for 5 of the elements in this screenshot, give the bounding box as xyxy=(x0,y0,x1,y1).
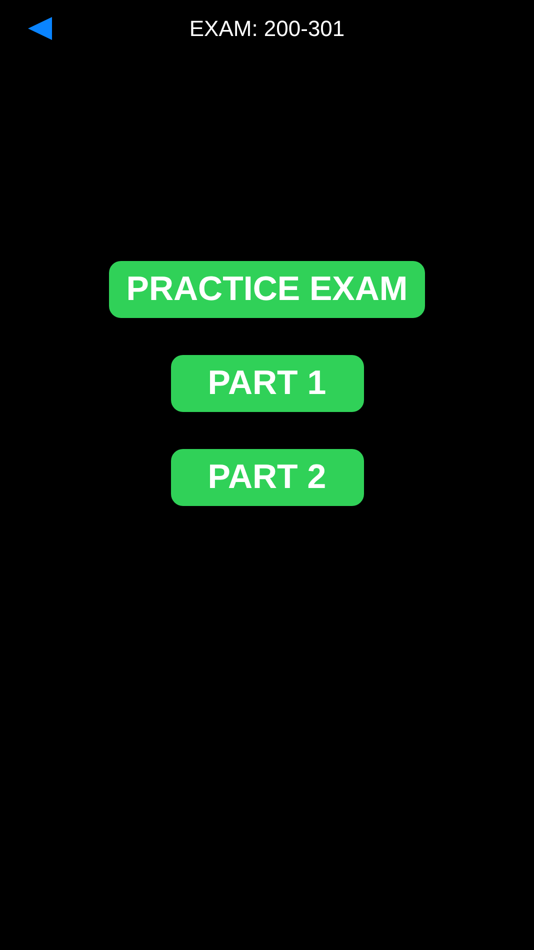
menu-button[interactable]: PART 1 xyxy=(170,355,364,412)
back-icon[interactable] xyxy=(28,17,52,40)
menu-button[interactable]: PRACTICE EXAM xyxy=(109,261,425,318)
menu-button[interactable]: PART 2 xyxy=(170,449,364,506)
screen-title: EXAM: 200-301 xyxy=(189,14,345,42)
